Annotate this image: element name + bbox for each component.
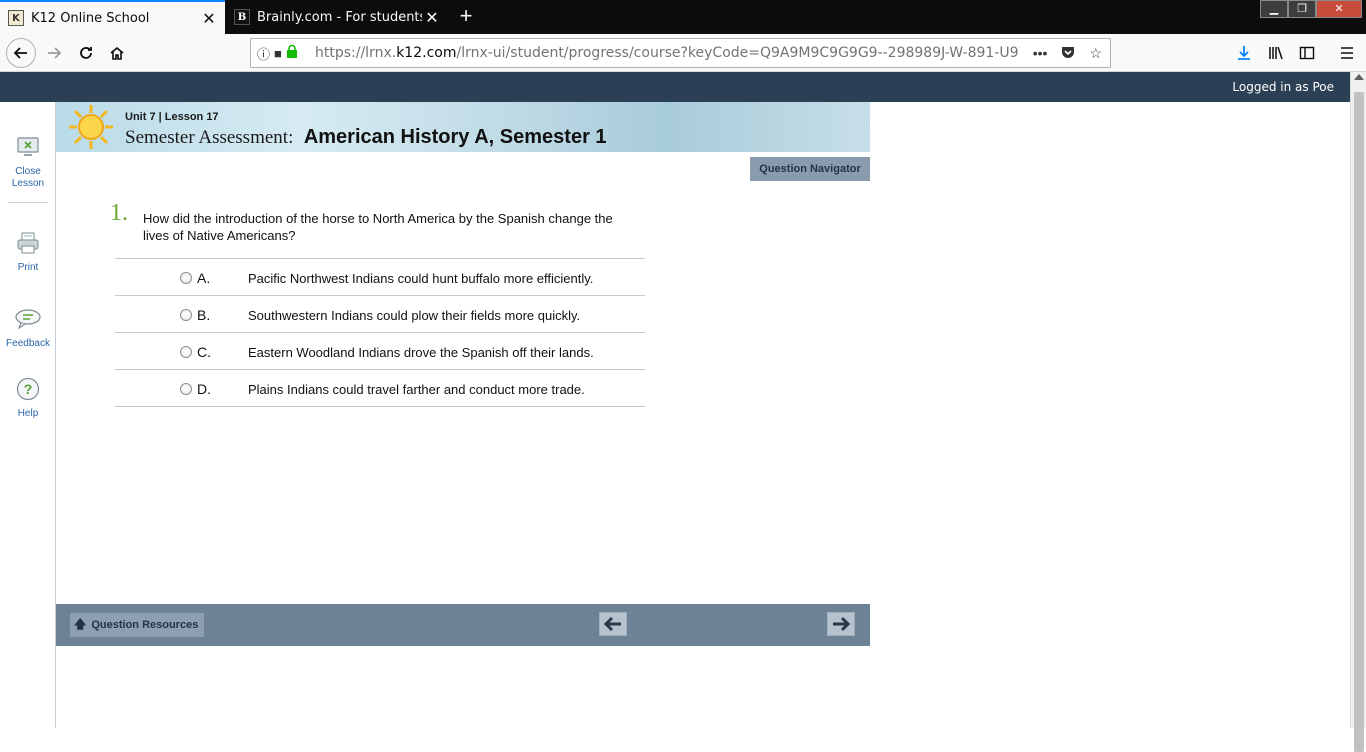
lock-icon (286, 44, 298, 61)
url-text[interactable]: https://lrnx.k12.com/lrnx-ui/student/pro… (315, 45, 1020, 61)
brainly-favicon-icon: B (234, 9, 250, 25)
window-controls: ▁ ❐ ✕ (1260, 0, 1362, 20)
radio-button[interactable] (180, 272, 192, 284)
choice-letter: D. (197, 381, 211, 397)
browser-tab-bar: K K12 Online School ✕ B Brainly.com - Fo… (0, 0, 1366, 34)
feedback-icon (15, 306, 41, 332)
url-path: /lrnx-ui/student/progress/course?keyCode… (456, 45, 1020, 61)
url-actions: ••• ☆ (1033, 45, 1102, 62)
choice-a[interactable]: A. Pacific Northwest Indians could hunt … (115, 259, 645, 296)
sidebar-divider (8, 202, 48, 203)
sidebar-toggle-icon[interactable] (1293, 39, 1321, 67)
radio-button[interactable] (180, 383, 192, 395)
question-number: 1. (110, 200, 128, 226)
download-icon[interactable] (1230, 39, 1258, 67)
arrow-left-icon (603, 616, 621, 632)
back-arrow-icon[interactable] (6, 38, 36, 68)
camera-icon: ■ (274, 45, 282, 61)
unit-lesson-label: Unit 7 | Lesson 17 (125, 111, 219, 123)
choice-text[interactable]: Southwestern Indians could plow their fi… (248, 308, 580, 323)
sidebar-item-help[interactable]: ? Help (0, 376, 56, 420)
home-icon[interactable] (103, 39, 131, 67)
page-scrollbar[interactable] (1350, 72, 1366, 752)
choice-letter: B. (197, 307, 211, 323)
logged-in-label: Logged in as Poe (1232, 80, 1334, 94)
choice-text[interactable]: Eastern Woodland Indians drove the Spani… (248, 345, 594, 360)
new-tab-plus-icon[interactable]: + (454, 4, 478, 28)
close-lesson-icon (15, 134, 41, 160)
top-header-strip: Logged in as Poe (0, 72, 1350, 102)
scrollbar-thumb[interactable] (1354, 92, 1364, 752)
sidebar-label: Close Lesson (11, 166, 45, 189)
tab-title: Brainly.com - For students. By s (257, 9, 422, 25)
question-resources-button[interactable]: 🡅 Question Resources (70, 613, 205, 637)
assessment-prefix: Semester Assessment: (125, 127, 294, 148)
sidebar-label: Feedback (6, 338, 50, 349)
url-prefix: https://lrnx. (315, 45, 397, 61)
tab-brainly[interactable]: B Brainly.com - For students. By s ✕ (226, 0, 448, 34)
assessment-title: Semester Assessment: American History A,… (125, 126, 607, 149)
pocket-icon[interactable] (1061, 45, 1075, 62)
next-question-button[interactable] (827, 612, 855, 636)
sidebar-item-print[interactable]: Print (0, 230, 56, 274)
choice-text[interactable]: Plains Indians could travel farther and … (248, 382, 585, 397)
question-text: How did the introduction of the horse to… (143, 211, 613, 243)
page-actions-icon[interactable]: ••• (1033, 45, 1048, 62)
lesson-header-banner: Unit 7 | Lesson 17 Semester Assessment: … (56, 102, 870, 152)
arrow-right-icon (833, 616, 851, 632)
tab-close-icon[interactable]: ✕ (199, 9, 219, 28)
question-footer-bar: 🡅 Question Resources (56, 604, 870, 646)
answer-choices: A. Pacific Northwest Indians could hunt … (115, 258, 645, 407)
site-identity[interactable]: ⓘ ■ (257, 44, 315, 63)
help-icon: ? (15, 376, 41, 402)
course-title: American History A, Semester 1 (303, 126, 607, 148)
svg-text:?: ? (24, 381, 33, 397)
sidebar-label: Help (17, 408, 39, 419)
sidebar-item-close-lesson[interactable]: Close Lesson (0, 134, 56, 190)
browser-nav-bar: ⓘ ■ https://lrnx.k12.com/lrnx-ui/student… (0, 34, 1366, 72)
k12-favicon-icon: K (8, 10, 24, 26)
choice-c[interactable]: C. Eastern Woodland Indians drove the Sp… (115, 333, 645, 370)
sun-logo-icon (69, 105, 113, 149)
radio-button[interactable] (180, 309, 192, 321)
library-icon[interactable] (1262, 39, 1290, 67)
question-navigator-button[interactable]: Question Navigator (750, 157, 870, 181)
url-domain: k12.com (396, 45, 457, 61)
bookmark-star-icon[interactable]: ☆ (1089, 45, 1102, 62)
maximize-icon[interactable]: ❐ (1288, 0, 1316, 18)
minimize-icon[interactable]: ▁ (1260, 0, 1288, 18)
choice-text[interactable]: Pacific Northwest Indians could hunt buf… (248, 271, 593, 286)
tab-title: K12 Online School (31, 10, 150, 26)
question-resources-label: Question Resources (91, 619, 199, 631)
lesson-sidebar: Close Lesson Print Feedback ? Help (0, 102, 56, 728)
url-bar[interactable]: ⓘ ■ https://lrnx.k12.com/lrnx-ui/student… (250, 38, 1111, 68)
scroll-up-icon[interactable] (1354, 74, 1364, 80)
info-icon[interactable]: ⓘ (257, 44, 270, 63)
previous-question-button[interactable] (599, 612, 627, 636)
sidebar-label: Print (17, 262, 39, 273)
arrow-up-icon: 🡅 (74, 616, 87, 631)
reload-icon[interactable] (72, 39, 100, 67)
choice-b[interactable]: B. Southwestern Indians could plow their… (115, 296, 645, 333)
hamburger-menu-icon[interactable] (1333, 39, 1361, 67)
radio-button[interactable] (180, 346, 192, 358)
sidebar-item-feedback[interactable]: Feedback (0, 306, 56, 350)
choice-letter: C. (197, 344, 211, 360)
window-close-icon[interactable]: ✕ (1316, 0, 1362, 18)
tab-close-icon[interactable]: ✕ (422, 8, 442, 27)
forward-arrow-icon[interactable] (40, 39, 68, 67)
tab-k12-online-school[interactable]: K K12 Online School ✕ (0, 0, 225, 34)
choice-d[interactable]: D. Plains Indians could travel farther a… (115, 370, 645, 407)
choice-letter: A. (197, 270, 211, 286)
printer-icon (15, 230, 41, 256)
